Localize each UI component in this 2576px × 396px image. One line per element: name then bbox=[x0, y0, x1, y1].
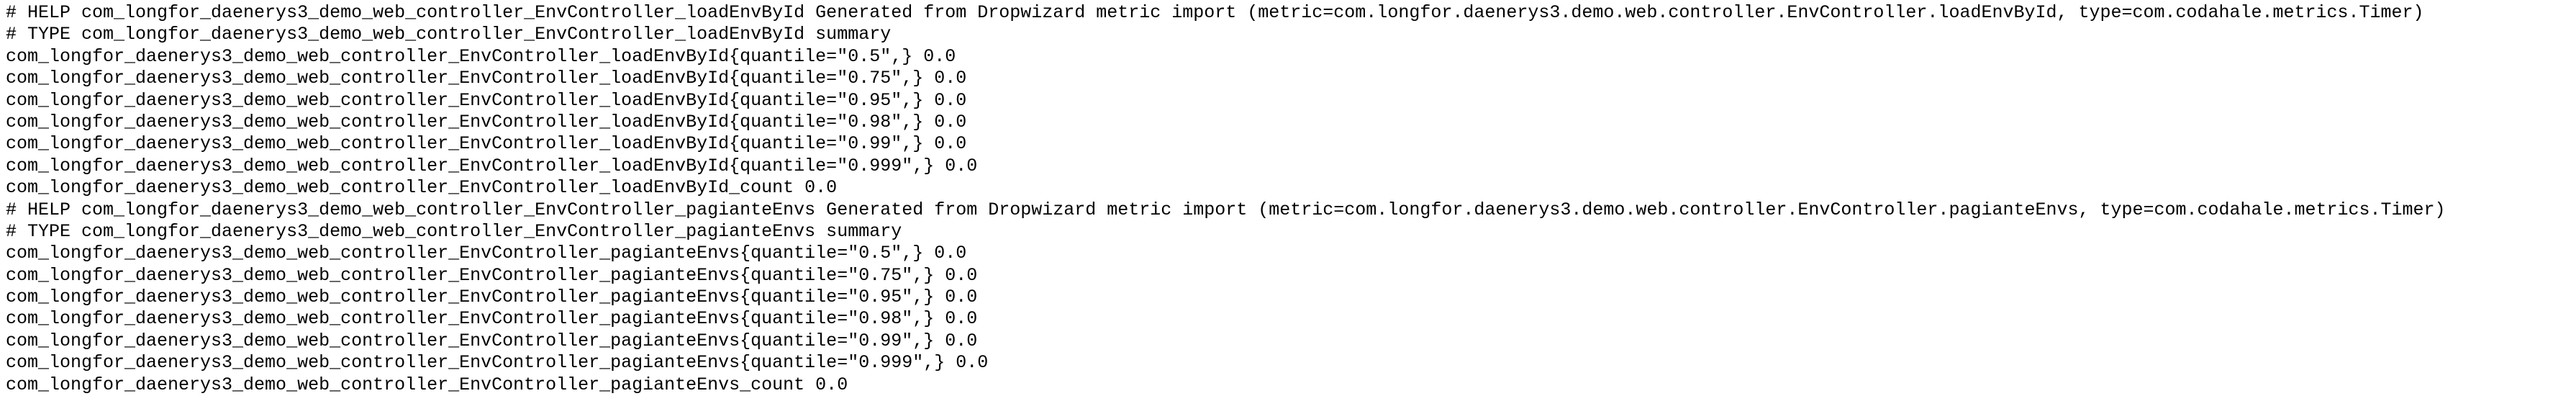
metric-line-pagianteenvs-quantile-0-95: com_longfor_daenerys3_demo_web_controlle… bbox=[6, 287, 978, 308]
metric-line-loadenvbyid-quantile-0-5: com_longfor_daenerys3_demo_web_controlle… bbox=[6, 45, 956, 67]
help-line-pagianteenvs: # HELP com_longfor_daenerys3_demo_web_co… bbox=[6, 199, 2446, 220]
metric-line-loadenvbyid-quantile-0-95: com_longfor_daenerys3_demo_web_controlle… bbox=[6, 89, 967, 111]
metric-line-loadenvbyid-quantile-0-999: com_longfor_daenerys3_demo_web_controlle… bbox=[6, 155, 978, 176]
metric-line-pagianteenvs-quantile-0-98: com_longfor_daenerys3_demo_web_controlle… bbox=[6, 308, 978, 330]
metric-line-pagianteenvs-quantile-0-99: com_longfor_daenerys3_demo_web_controlle… bbox=[6, 330, 978, 351]
metric-line-loadenvbyid-count: com_longfor_daenerys3_demo_web_controlle… bbox=[6, 177, 838, 199]
metric-line-loadenvbyid-quantile-0-99: com_longfor_daenerys3_demo_web_controlle… bbox=[6, 133, 967, 155]
browser-page-content: # HELP com_longfor_daenerys3_demo_web_co… bbox=[0, 0, 2576, 395]
metric-line-pagianteenvs-quantile-0-75: com_longfor_daenerys3_demo_web_controlle… bbox=[6, 264, 978, 286]
type-line-loadenvbyid: # TYPE com_longfor_daenerys3_demo_web_co… bbox=[6, 24, 892, 45]
help-line-loadenvbyid: # HELP com_longfor_daenerys3_demo_web_co… bbox=[6, 2, 2424, 23]
metric-line-pagianteenvs-quantile-0-5: com_longfor_daenerys3_demo_web_controlle… bbox=[6, 243, 967, 264]
metric-line-loadenvbyid-quantile-0-75: com_longfor_daenerys3_demo_web_controlle… bbox=[6, 68, 967, 89]
metric-line-pagianteenvs-count: com_longfor_daenerys3_demo_web_controlle… bbox=[6, 374, 848, 395]
type-line-pagianteenvs: # TYPE com_longfor_daenerys3_demo_web_co… bbox=[6, 220, 902, 242]
metric-line-pagianteenvs-quantile-0-999: com_longfor_daenerys3_demo_web_controlle… bbox=[6, 352, 989, 374]
metrics-plain-text: # HELP com_longfor_daenerys3_demo_web_co… bbox=[6, 2, 2576, 396]
metric-line-loadenvbyid-quantile-0-98: com_longfor_daenerys3_demo_web_controlle… bbox=[6, 111, 967, 132]
